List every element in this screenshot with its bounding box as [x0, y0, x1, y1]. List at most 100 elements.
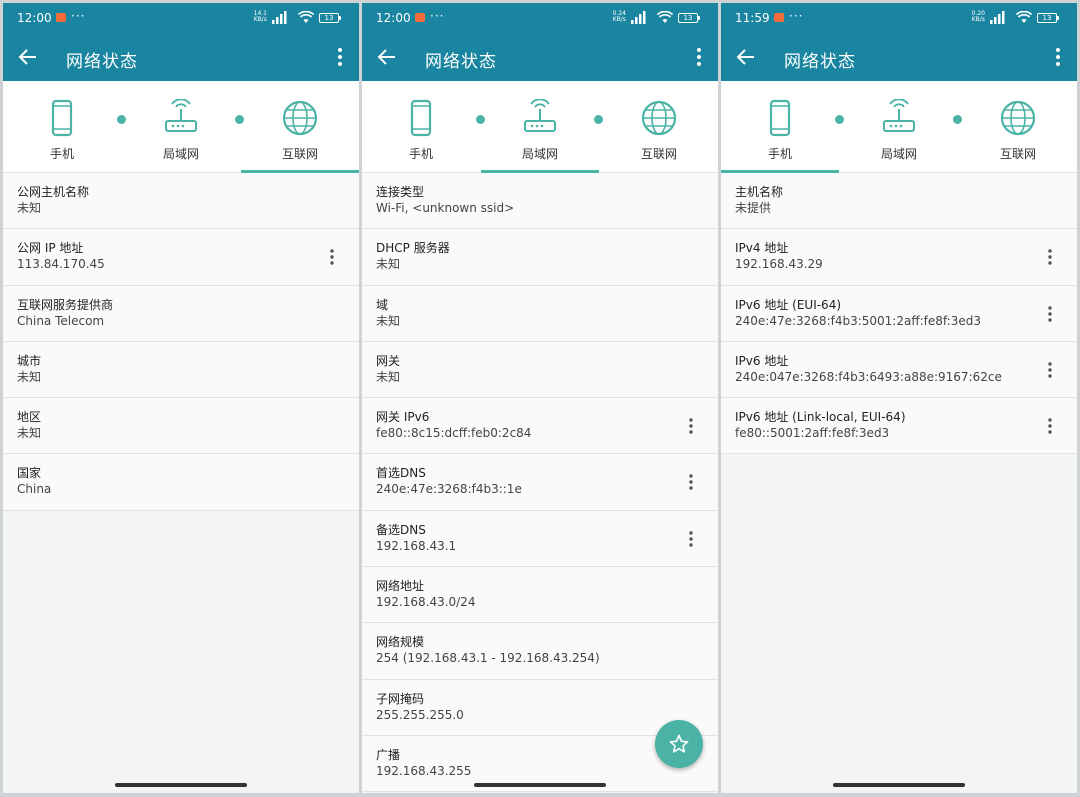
- overflow-menu-icon[interactable]: [692, 45, 706, 69]
- home-indicator[interactable]: [474, 783, 606, 787]
- overflow-menu-icon[interactable]: [333, 45, 347, 69]
- more-options-icon[interactable]: [1047, 305, 1053, 323]
- more-options-icon[interactable]: [1047, 361, 1053, 379]
- item-value: 未知: [17, 201, 42, 215]
- list-item[interactable]: 备选DNS 192.168.43.1: [362, 510, 718, 568]
- item-key: DHCP 服务器: [376, 241, 450, 256]
- tab-phone[interactable]: 手机: [362, 81, 480, 173]
- list-item[interactable]: IPv6 地址 (EUI-64) 240e:47e:3268:f4b3:5001:…: [721, 285, 1077, 342]
- tab-label: 局域网: [521, 147, 558, 161]
- home-indicator[interactable]: [833, 783, 965, 787]
- item-key: 首选DNS: [376, 466, 426, 481]
- info-list: 公网主机名称 未知 公网 IP 地址 113.84.170.45 互联网服务提供商 C…: [3, 173, 359, 511]
- status-bar: 11:59 ··· 0.20 KB/s 13: [721, 3, 1077, 33]
- list-item[interactable]: 首选DNS 240e:47e:3268:f4b3::1e: [362, 454, 718, 511]
- tab-phone[interactable]: 手机: [3, 81, 121, 173]
- item-value: 未知: [376, 369, 401, 384]
- overflow-menu-icon[interactable]: [1051, 45, 1065, 69]
- item-value: 240e:47e:3268:f4b3::1e: [376, 482, 522, 497]
- list-item[interactable]: DHCP 服务器 未知: [362, 229, 718, 286]
- item-value: 未知: [17, 426, 42, 441]
- home-indicator[interactable]: [115, 783, 247, 787]
- list-item[interactable]: 公网主机名称 未知: [3, 173, 359, 230]
- tab-bar: 手机 局域网 互联网: [362, 81, 718, 173]
- list-item[interactable]: 主机名称 未提供: [721, 173, 1077, 230]
- screen-lan: 12:00 ··· 0.24 KB/s 13 网络状态 手机 局域网 互联网 连…: [362, 3, 718, 793]
- item-key: 域: [376, 297, 389, 312]
- status-bar: 12:00 ··· 14.1 KB/s 13: [3, 3, 359, 33]
- item-key: IPv6 地址 (EUI-64): [735, 297, 842, 312]
- item-key: 公网 IP 地址: [17, 241, 84, 256]
- wifi-icon: [298, 11, 314, 23]
- tab-lan[interactable]: 局域网: [122, 81, 240, 173]
- notification-icon: [774, 13, 784, 22]
- item-key: 子网掩码: [376, 691, 425, 706]
- list-item[interactable]: 网络地址 192.168.43.0/24: [362, 567, 718, 624]
- status-bar: 12:00 ··· 0.24 KB/s 13: [362, 3, 718, 33]
- network-speed: 14.1 KB/s: [253, 10, 267, 23]
- back-arrow-icon[interactable]: [17, 46, 39, 68]
- tab-lan[interactable]: 局域网: [481, 81, 599, 173]
- list-item[interactable]: 网关 IPv6 fe80::8c15:dcff:feb0:2c84: [362, 398, 718, 455]
- router-icon: [883, 99, 915, 132]
- item-key: 国家: [17, 466, 42, 481]
- item-value: China: [17, 482, 52, 497]
- item-value: 192.168.43.0/24: [376, 595, 476, 610]
- favorite-fab-button[interactable]: [655, 720, 703, 768]
- more-options-icon[interactable]: [688, 473, 694, 491]
- signal-icon: [272, 11, 287, 24]
- router-icon: [524, 99, 556, 132]
- item-value: 113.84.170.45: [17, 257, 105, 272]
- item-value: 240e:047e:3268:f4b3:6493:a88e:9167:62ce: [735, 369, 1002, 384]
- tab-internet[interactable]: 互联网: [600, 81, 718, 173]
- item-value: China Telecom: [17, 313, 105, 328]
- more-options-icon[interactable]: [688, 530, 694, 548]
- list-item[interactable]: 互联网服务提供商 China Telecom: [3, 285, 359, 342]
- back-arrow-icon[interactable]: [376, 46, 398, 68]
- battery-icon: 13: [319, 13, 341, 23]
- app-bar: 网络状态: [721, 33, 1077, 81]
- item-value: fe80::8c15:dcff:feb0:2c84: [376, 426, 532, 441]
- item-value: 192.168.43.29: [735, 257, 823, 272]
- phone-icon: [410, 99, 432, 137]
- more-notifications-icon: ···: [789, 9, 804, 23]
- status-time: 12:00: [376, 11, 411, 25]
- status-time: 12:00: [17, 11, 52, 25]
- list-item[interactable]: 连接类型 Wi-Fi, <unknown ssid>: [362, 173, 718, 230]
- list-item[interactable]: IPv4 地址 192.168.43.29: [721, 229, 1077, 286]
- tab-bar: 手机 局域网 互联网: [3, 81, 359, 173]
- screen-internet: 12:00 ··· 14.1 KB/s 13 网络状态 手机 局域网 互联网 公…: [3, 3, 359, 793]
- list-item[interactable]: 网关 未知: [362, 341, 718, 399]
- back-arrow-icon[interactable]: [735, 46, 757, 68]
- list-item[interactable]: 城市 未知: [3, 341, 359, 399]
- more-options-icon[interactable]: [688, 417, 694, 435]
- notification-icon: [56, 13, 66, 22]
- list-item[interactable]: 公网 IP 地址 113.84.170.45: [3, 229, 359, 286]
- item-value: 192.168.43.255: [376, 763, 472, 778]
- item-key: 城市: [17, 353, 42, 368]
- list-item[interactable]: 网络规模 254 (192.168.43.1 - 192.168.43.254): [362, 623, 718, 680]
- star-icon: [669, 734, 689, 753]
- network-speed: 0.24 KB/s: [612, 10, 626, 23]
- more-options-icon[interactable]: [1047, 248, 1053, 266]
- more-options-icon[interactable]: [1047, 417, 1053, 435]
- tab-internet[interactable]: 互联网: [959, 81, 1077, 173]
- list-item[interactable]: IPv6 地址 (Link-local, EUI-64) fe80::5001:2…: [721, 398, 1077, 455]
- item-key: 网络规模: [376, 635, 425, 650]
- tab-internet[interactable]: 互联网: [241, 81, 359, 173]
- item-key: 公网主机名称: [17, 185, 90, 199]
- tab-bar: 手机 局域网 互联网: [721, 81, 1077, 173]
- more-options-icon[interactable]: [329, 248, 335, 266]
- list-item[interactable]: 域未知: [362, 285, 718, 342]
- list-item[interactable]: 国家 China: [3, 454, 359, 511]
- item-value: 未提供: [735, 201, 772, 215]
- list-item[interactable]: 地区 未知: [3, 398, 359, 455]
- list-item[interactable]: IPv6 地址 240e:047e:3268:f4b3:6493:a88e:916…: [721, 341, 1077, 399]
- item-value: 未知: [376, 257, 401, 272]
- screen-phone: 11:59 ··· 0.20 KB/s 13 网络状态 手机 局域网 互联网 主…: [721, 3, 1077, 793]
- screenshots-container: 12:00 ··· 14.1 KB/s 13 网络状态 手机 局域网 互联网 公…: [0, 0, 1080, 797]
- tab-phone[interactable]: 手机: [721, 81, 839, 173]
- tab-lan[interactable]: 局域网: [840, 81, 958, 173]
- tab-label: 手机: [49, 147, 74, 161]
- tab-label: 互联网: [281, 147, 318, 161]
